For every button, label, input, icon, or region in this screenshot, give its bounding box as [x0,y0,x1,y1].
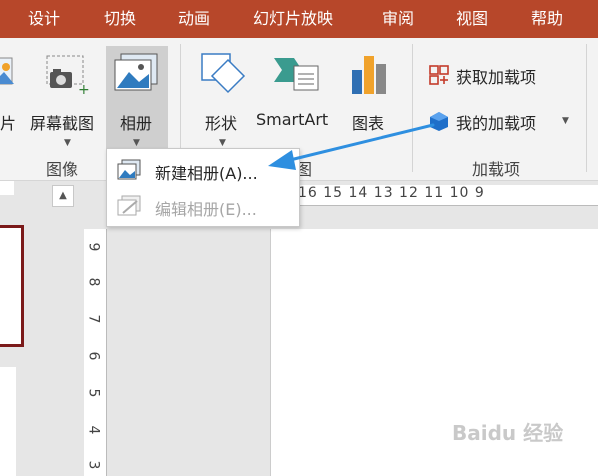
pictures-label: 片 [0,114,17,133]
ruler-number: 6 [85,351,102,361]
ruler-number: 9 [85,242,102,252]
watermark-logo: Baidu 经验 [452,421,564,445]
tab-transitions[interactable]: 切换 [104,0,136,38]
screenshot-label: 屏幕截图 [30,114,95,133]
ruler-number: 8 [85,277,102,287]
shapes-label: 形状 [205,114,238,133]
my-addins-button[interactable]: 我的加载项 ▼ [426,108,576,134]
slide-thumbnail-pane [0,181,46,476]
thumbnail-scrollbar[interactable]: ▲ [46,181,80,476]
smartart-label: SmartArt [256,110,329,129]
tab-design[interactable]: 设计 [28,0,60,38]
get-addins-label: 获取加载项 [456,68,537,87]
screenshot-icon: + [46,55,90,96]
tab-help[interactable]: 帮助 [531,0,563,38]
new-album-icon [117,159,141,180]
pictures-button[interactable]: 片 [0,48,16,148]
photo-album-label: 相册 [120,114,153,133]
chart-label: 图表 [352,114,385,133]
pictures-icon [0,57,14,85]
tab-animations[interactable]: 动画 [178,0,210,38]
edit-album-icon [117,195,141,216]
vertical-ruler: 9 8 7 6 5 4 3 [84,229,107,476]
addins-group-label: 加载项 [472,160,521,179]
menu-item-new-photo-album[interactable]: 新建相册(A)... [107,153,299,187]
photo-album-icon [114,53,158,91]
chevron-down-icon: ▼ [562,116,569,126]
group-divider [586,44,587,172]
shapes-button[interactable]: 形状 ▼ [192,46,252,150]
chart-icon [352,56,386,94]
ribbon-tab-bar: 设计 切换 动画 幻灯片放映 审阅 视图 帮助 [0,0,598,38]
menu-item-label: 编辑相册(E)... [155,200,257,219]
cube-icon [430,112,448,131]
ruler-number: 3 [85,460,102,470]
my-addins-label: 我的加载项 [456,114,537,133]
get-addins-button[interactable]: 获取加载项 [426,62,566,88]
chevron-down-icon: ▼ [64,138,71,148]
smartart-icon [274,58,319,91]
scroll-up-icon[interactable]: ▲ [52,185,74,207]
slide-thumbnail-top[interactable] [0,181,14,195]
tab-slideshow[interactable]: 幻灯片放映 [253,0,333,38]
horizontal-ruler-numbers: 16 15 14 13 12 11 10 9 [298,185,485,201]
menu-item-edit-photo-album[interactable]: 编辑相册(E)... [107,189,299,223]
shapes-icon [201,53,246,94]
photo-album-dropdown: 新建相册(A)... 编辑相册(E)... [106,148,300,227]
store-icon [429,65,449,85]
ruler-number: 5 [85,388,102,398]
chevron-down-icon: ▼ [133,138,140,148]
group-divider [412,44,413,172]
menu-item-label: 新建相册(A)... [155,164,258,183]
smartart-button[interactable]: SmartArt [254,46,338,150]
ruler-number: 7 [85,314,102,324]
tab-review[interactable]: 审阅 [382,0,414,38]
tab-view[interactable]: 视图 [456,0,488,38]
chevron-down-icon: ▼ [219,138,226,148]
ruler-number: 4 [85,425,102,435]
screenshot-button[interactable]: + 屏幕截图 ▼ [26,46,106,150]
photo-album-button[interactable]: 相册 ▼ [106,46,168,150]
horizontal-ruler: 16 15 14 13 12 11 10 9 [298,185,598,206]
selected-slide-thumbnail[interactable] [0,225,24,347]
chart-button[interactable]: 图表 [342,46,400,150]
svg-text:+: + [78,82,90,96]
slide-thumbnail[interactable] [0,367,16,476]
images-group-label: 图像 [46,160,79,179]
